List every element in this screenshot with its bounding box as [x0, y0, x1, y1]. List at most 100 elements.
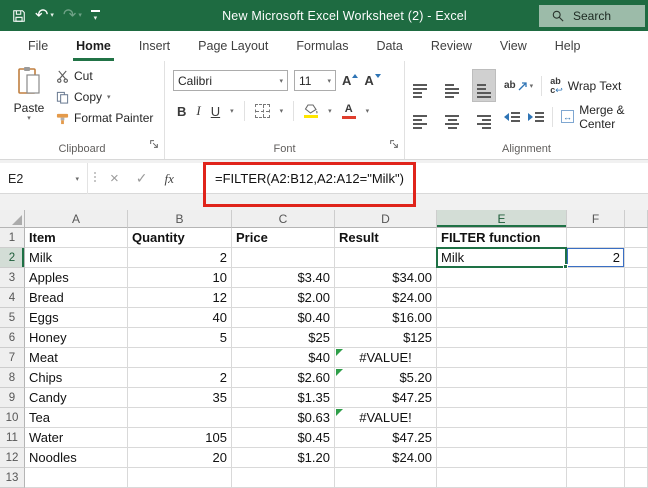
- cell-C6[interactable]: $25: [232, 328, 335, 348]
- align-center-button[interactable]: [440, 100, 464, 133]
- cell-C13[interactable]: [232, 468, 335, 488]
- cell-E12[interactable]: [437, 448, 567, 468]
- cell-partial9[interactable]: [625, 388, 648, 408]
- cell-D10[interactable]: #VALUE!: [335, 408, 437, 428]
- cell-B2[interactable]: 2: [128, 248, 232, 268]
- cell-A11[interactable]: Water: [25, 428, 128, 448]
- cell-B6[interactable]: 5: [128, 328, 232, 348]
- cell-C3[interactable]: $3.40: [232, 268, 335, 288]
- tab-formulas[interactable]: Formulas: [282, 31, 362, 61]
- cell-A8[interactable]: Chips: [25, 368, 128, 388]
- cell-partial1[interactable]: [625, 228, 648, 248]
- row-header-6[interactable]: 6: [0, 328, 25, 348]
- italic-button[interactable]: I: [196, 103, 200, 119]
- customize-toolbar-button[interactable]: ▾: [91, 10, 100, 22]
- cell-partial5[interactable]: [625, 308, 648, 328]
- cell-D11[interactable]: $47.25: [335, 428, 437, 448]
- underline-button[interactable]: U: [211, 104, 220, 119]
- redo-button[interactable]: ↷ ▾: [63, 8, 82, 24]
- orientation-button[interactable]: ab ▾: [504, 80, 533, 91]
- cell-D4[interactable]: $24.00: [335, 288, 437, 308]
- search-box[interactable]: Search: [539, 5, 645, 27]
- cell-partial8[interactable]: [625, 368, 648, 388]
- row-header-7[interactable]: 7: [0, 348, 25, 368]
- top-align-button[interactable]: [408, 69, 432, 102]
- cell-E3[interactable]: [437, 268, 567, 288]
- row-header-11[interactable]: 11: [0, 428, 25, 448]
- column-header-A[interactable]: A: [25, 210, 128, 228]
- cell-D13[interactable]: [335, 468, 437, 488]
- borders-button[interactable]: [255, 104, 270, 118]
- cell-F3[interactable]: [567, 268, 625, 288]
- decrease-indent-button[interactable]: [504, 112, 520, 122]
- borders-dropdown-icon[interactable]: ▾: [280, 107, 284, 115]
- cell-E9[interactable]: [437, 388, 567, 408]
- cell-C9[interactable]: $1.35: [232, 388, 335, 408]
- cell-A7[interactable]: Meat: [25, 348, 128, 368]
- cell-D12[interactable]: $24.00: [335, 448, 437, 468]
- cell-F6[interactable]: [567, 328, 625, 348]
- cell-B12[interactable]: 20: [128, 448, 232, 468]
- copy-button[interactable]: Copy ▾: [56, 90, 153, 104]
- cell-partial2[interactable]: [625, 248, 648, 268]
- cell-E6[interactable]: [437, 328, 567, 348]
- cell-C8[interactable]: $2.60: [232, 368, 335, 388]
- cell-A5[interactable]: Eggs: [25, 308, 128, 328]
- cell-E13[interactable]: [437, 468, 567, 488]
- tab-review[interactable]: Review: [417, 31, 486, 61]
- tab-file[interactable]: File: [14, 31, 62, 61]
- cell-F12[interactable]: [567, 448, 625, 468]
- middle-align-button[interactable]: [440, 69, 464, 102]
- font-dialog-launcher[interactable]: [389, 136, 399, 154]
- cell-F13[interactable]: [567, 468, 625, 488]
- tab-data[interactable]: Data: [362, 31, 416, 61]
- format-painter-button[interactable]: Format Painter: [56, 111, 153, 125]
- row-header-10[interactable]: 10: [0, 408, 25, 428]
- cell-B4[interactable]: 12: [128, 288, 232, 308]
- undo-button[interactable]: ↶ ▾: [35, 8, 54, 24]
- clipboard-dialog-launcher[interactable]: [149, 136, 159, 154]
- decrease-font-size-button[interactable]: A: [364, 74, 380, 87]
- cell-E8[interactable]: [437, 368, 567, 388]
- cell-partial7[interactable]: [625, 348, 648, 368]
- cell-D9[interactable]: $47.25: [335, 388, 437, 408]
- font-size-select[interactable]: 11 ▾: [294, 70, 336, 91]
- cell-B11[interactable]: 105: [128, 428, 232, 448]
- cell-D1[interactable]: Result: [335, 228, 437, 248]
- cell-D5[interactable]: $16.00: [335, 308, 437, 328]
- row-header-1[interactable]: 1: [0, 228, 25, 248]
- cell-E1[interactable]: FILTER function: [437, 228, 567, 248]
- cell-F1[interactable]: [567, 228, 625, 248]
- row-header-2[interactable]: 2: [0, 248, 25, 268]
- align-right-button[interactable]: [472, 100, 496, 133]
- cell-A13[interactable]: [25, 468, 128, 488]
- cell-E11[interactable]: [437, 428, 567, 448]
- cell-F9[interactable]: [567, 388, 625, 408]
- cell-F7[interactable]: [567, 348, 625, 368]
- cell-partial6[interactable]: [625, 328, 648, 348]
- cancel-button[interactable]: ×: [110, 170, 119, 187]
- cell-B7[interactable]: [128, 348, 232, 368]
- cell-A3[interactable]: Apples: [25, 268, 128, 288]
- cell-A6[interactable]: Honey: [25, 328, 128, 348]
- row-header-3[interactable]: 3: [0, 268, 25, 288]
- cell-B9[interactable]: 35: [128, 388, 232, 408]
- row-header-13[interactable]: 13: [0, 468, 25, 488]
- cell-E4[interactable]: [437, 288, 567, 308]
- save-button[interactable]: [12, 9, 26, 23]
- row-header-5[interactable]: 5: [0, 308, 25, 328]
- cell-A12[interactable]: Noodles: [25, 448, 128, 468]
- cell-partial3[interactable]: [625, 268, 648, 288]
- cell-F5[interactable]: [567, 308, 625, 328]
- font-color-button[interactable]: A: [342, 104, 356, 119]
- font-color-dropdown-icon[interactable]: ▾: [366, 107, 370, 115]
- tab-view[interactable]: View: [486, 31, 541, 61]
- cell-E2[interactable]: Milk: [437, 248, 567, 268]
- cell-B3[interactable]: 10: [128, 268, 232, 288]
- tab-page-layout[interactable]: Page Layout: [184, 31, 282, 61]
- cell-partial11[interactable]: [625, 428, 648, 448]
- cell-D3[interactable]: $34.00: [335, 268, 437, 288]
- cell-A10[interactable]: Tea: [25, 408, 128, 428]
- tab-insert[interactable]: Insert: [125, 31, 184, 61]
- formula-bar-resize-handle[interactable]: [94, 172, 96, 182]
